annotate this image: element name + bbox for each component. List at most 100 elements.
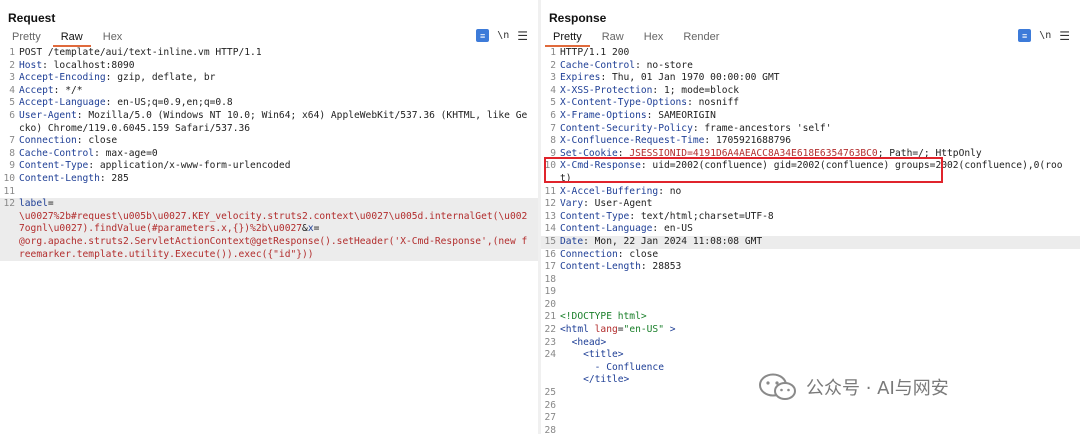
code-line: 3 Accept-Encoding: gzip, deflate, br [0,72,538,85]
line-number: 6 [550,109,556,121]
line-number: 19 [544,286,556,298]
wrap-icon[interactable]: ≡ [1018,29,1032,42]
header-name: Connection [560,248,618,260]
line-text: Content-Length: 28853 [560,261,1080,274]
watermark: 公众号 · AI与网安 [758,372,949,402]
code-line: 22 <html lang="en-US" > [541,324,1080,337]
code-line: 14 Content-Language: en-US [541,223,1080,236]
code-line: 27 [541,412,1080,425]
wechat-icon [758,372,798,402]
highlight-box [544,157,943,183]
token: : max-age=0 [94,147,158,159]
watermark-text: 公众号 · AI与网安 [806,378,949,399]
line-number: 4 [550,84,556,96]
line-number: 8 [550,135,556,147]
code-line: 2 Cache-Control: no-store [541,60,1080,73]
line-number: 3 [550,72,556,84]
header-name: X-XSS-Protection [560,84,653,96]
response-tab-pretty[interactable]: Pretty [545,28,590,47]
line-number: 11 [3,185,15,197]
line-number: 26 [544,399,556,411]
code-line: 11 [0,186,538,199]
code-line: 1 HTTP/1.1 200 [541,47,1080,60]
header-name: Accept-Encoding [19,72,106,84]
token: : 285 [99,172,129,184]
code-line: 21 <!DOCTYPE html> [541,311,1080,324]
header-name: Content-Security-Policy [560,122,693,134]
token: : Mon, 22 Jan 2024 11:08:08 GMT [583,235,763,247]
code-line: 6 X-Frame-Options: SAMEORIGIN [541,110,1080,123]
line-number: 16 [544,248,556,260]
request-tabs: Pretty Raw Hex [4,28,134,47]
code-line: 4 Accept: */* [0,85,538,98]
response-tab-hex[interactable]: Hex [636,28,672,45]
response-tab-render[interactable]: Render [675,28,727,45]
line-number: 2 [9,59,15,71]
token: : Thu, 01 Jan 1970 00:00:00 GMT [600,72,780,84]
code-line: 1 POST /template/aui/text-inline.vm HTTP/… [0,47,538,60]
token: \u0027%2b#request\u005b\u0027.KEY_veloci… [19,210,528,235]
wrap-icon[interactable]: ≡ [476,29,490,42]
code-line: 8 Cache-Control: max-age=0 [0,148,538,161]
token: : 28853 [640,261,682,273]
line-text: label= \u0027%2b#request\u005b\u0027.KEY… [19,198,538,261]
request-title: Request [8,11,56,25]
newline-icon[interactable]: \n [497,30,509,41]
token: = [313,223,320,235]
line-number: 6 [9,109,15,121]
request-tab-raw[interactable]: Raw [52,28,91,47]
menu-icon[interactable]: ☰ [1059,30,1070,42]
token: : no-store [635,59,693,71]
line-text: <html lang="en-US" > [560,324,1080,337]
code-line: 17 Content-Length: 28853 [541,261,1080,274]
request-tab-hex[interactable]: Hex [95,28,131,45]
code-line: 11 X-Accel-Buffering: no [541,186,1080,199]
response-tabs: Pretty Raw Hex Render [545,28,731,47]
line-number: 17 [544,261,556,273]
line-number: 1 [550,47,556,58]
line-text: Content-Language: en-US [560,223,1080,236]
code-line: 15 Date: Mon, 22 Jan 2024 11:08:08 GMT [541,235,1080,249]
menu-icon[interactable]: ☰ [517,30,528,42]
header-name: Content-Length [560,261,641,273]
line-number: 27 [544,412,556,424]
token: : text/html;charset=UTF-8 [629,210,774,222]
request-editor[interactable]: 1 POST /template/aui/text-inline.vm HTTP/… [0,47,538,434]
line-number: 14 [544,223,556,235]
line-number: 15 [544,235,556,247]
response-tab-raw[interactable]: Raw [594,28,632,45]
line-number: 1 [9,47,15,58]
header-name: Vary [560,198,584,210]
line-number: 23 [544,336,556,348]
code-line: 6 User-Agent: Mozilla/5.0 (Windows NT 10.… [0,110,538,135]
token: HTTP/1.1 200 [560,47,630,58]
line-text: Content-Type: text/html;charset=UTF-8 [560,211,1080,224]
token: : close [617,248,659,260]
header-name: Content-Language [560,223,653,235]
token: <head> [560,336,607,348]
line-text: Expires: Thu, 01 Jan 1970 00:00:00 GMT [560,72,1080,85]
token: lang [594,324,618,336]
token: : SAMEORIGIN [646,109,716,121]
line-number: 4 [9,84,15,96]
header-name: Accept [19,84,54,96]
code-line: 16 Connection: close [541,249,1080,262]
token: POST /template/aui/text-inline.vm HTTP/1… [19,47,262,58]
line-number: 8 [9,147,15,159]
token: : User-Agent [583,198,653,210]
code-line: 5 Accept-Language: en-US;q=0.9,en;q=0.8 [0,97,538,110]
header-name: X-Accel-Buffering [560,185,659,197]
header-name: X-Frame-Options [560,109,647,121]
request-tab-pretty[interactable]: Pretty [4,28,49,45]
line-text: Content-Length: 285 [19,173,538,186]
header-name: Connection [19,135,77,147]
token: <title> - Confluence </title> [583,349,664,386]
line-text: Connection: close [19,135,538,148]
code-line: 8 X-Confluence-Request-Time: 170592168879… [541,135,1080,148]
line-number: 2 [550,59,556,71]
token: <html [560,324,595,336]
line-text: X-Content-Type-Options: nosniff [560,97,1080,110]
token: : en-US [652,223,693,235]
newline-icon[interactable]: \n [1039,30,1051,41]
line-number: 7 [550,122,556,134]
